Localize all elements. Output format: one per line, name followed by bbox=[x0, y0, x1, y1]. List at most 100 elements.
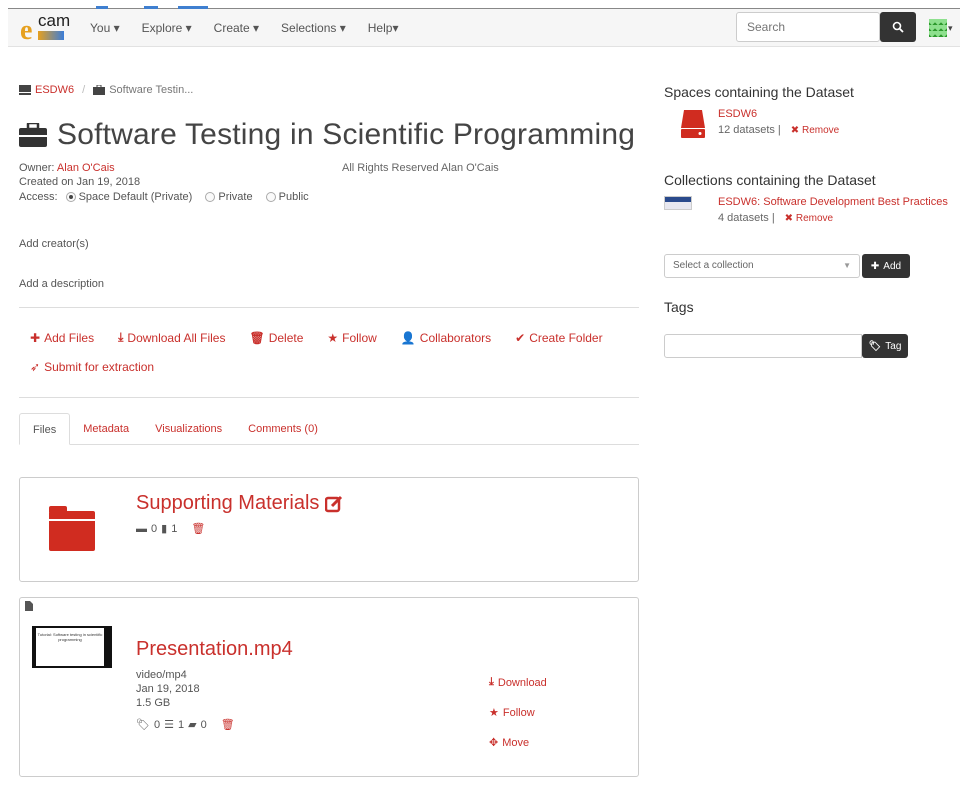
breadcrumb: ESDW6 / Software Testin... bbox=[19, 84, 193, 96]
submit-extraction-button[interactable]: ➶ Submit for extraction bbox=[30, 360, 154, 374]
file-move-button[interactable]: ✥ Move bbox=[489, 736, 529, 750]
space-info: 12 datasets | ✖ Remove bbox=[718, 124, 839, 136]
file-size: 1.5 GB bbox=[136, 697, 171, 709]
edit-icon[interactable] bbox=[325, 495, 343, 513]
remove-space-button[interactable]: ✖ Remove bbox=[791, 125, 839, 136]
breadcrumb-separator: / bbox=[82, 84, 86, 96]
space-count: 12 datasets | bbox=[718, 124, 781, 136]
download-icon: ⤓ bbox=[118, 330, 124, 344]
folder-card: Supporting Materials ▬ 0 ▮ 1 🗑 bbox=[19, 477, 639, 582]
page-title: Software Testing in Scientific Programmi… bbox=[19, 118, 635, 152]
add-files-button[interactable]: ✚ Add Files bbox=[30, 330, 94, 345]
metadata-count: 1 bbox=[177, 718, 185, 731]
search-icon bbox=[892, 21, 904, 33]
tab-files[interactable]: Files bbox=[19, 413, 71, 445]
chevron-down-icon[interactable]: ▾ bbox=[948, 23, 953, 34]
nav-help[interactable]: Help▾ bbox=[368, 21, 399, 35]
collection-select[interactable]: Select a collection ▼ bbox=[664, 254, 860, 278]
close-icon: ✖ bbox=[790, 124, 800, 136]
follow-button[interactable]: ★ Follow bbox=[327, 330, 376, 345]
space-drive-icon bbox=[681, 110, 705, 138]
list-icon: ☰ bbox=[164, 719, 174, 731]
logo-bar bbox=[38, 31, 64, 40]
collection-thumbnail[interactable] bbox=[664, 196, 692, 210]
nav-menu: You ▾ Explore ▾ Create ▾ Selections ▾ He… bbox=[90, 9, 398, 47]
folder-stats: ▬ 0 ▮ 1 🗑 bbox=[136, 522, 205, 536]
comment-icon: ▰ bbox=[188, 719, 197, 731]
user-icon: 👤 bbox=[400, 330, 416, 345]
tab-metadata[interactable]: Metadata bbox=[70, 413, 142, 444]
access-label: Access: bbox=[19, 191, 58, 203]
owner-label: Owner: bbox=[19, 162, 55, 174]
nav-you[interactable]: You ▾ bbox=[90, 21, 120, 35]
tag-button[interactable]: 🏷 Tag bbox=[862, 334, 908, 358]
tag-label: Tag bbox=[885, 340, 902, 352]
space-link[interactable]: ESDW6 bbox=[718, 108, 757, 120]
nav-selections[interactable]: Selections ▾ bbox=[281, 21, 346, 35]
tab-comments[interactable]: Comments (0) bbox=[235, 413, 331, 444]
create-folder-label: Create Folder bbox=[529, 330, 603, 345]
briefcase-icon bbox=[93, 85, 106, 95]
collection-link[interactable]: ESDW6: Software Development Best Practic… bbox=[718, 196, 948, 208]
remove-label: Remove bbox=[801, 124, 840, 136]
breadcrumb-space[interactable]: ESDW6 bbox=[35, 84, 74, 96]
briefcase-icon bbox=[19, 123, 47, 147]
folder-name-link[interactable]: Supporting Materials bbox=[136, 492, 319, 515]
download-all-button[interactable]: ⤓ Download All Files bbox=[118, 330, 225, 345]
create-folder-button[interactable]: ✔ Create Folder bbox=[515, 330, 602, 345]
file-stats: 🏷 0 ☰ 1 ▰ 0 🗑 bbox=[136, 718, 235, 732]
dataset-actions: ✚ Add Files ⤓ Download All Files 🗑 Delete ★… bbox=[30, 330, 603, 345]
download-all-label: Download All Files bbox=[127, 330, 226, 345]
folder-title: Supporting Materials bbox=[136, 492, 343, 515]
radio-private[interactable] bbox=[205, 192, 216, 203]
radio-space-default[interactable] bbox=[65, 192, 76, 203]
nav-explore[interactable]: Explore ▾ bbox=[142, 21, 192, 35]
file-download-label: Download bbox=[497, 676, 547, 689]
trash-icon[interactable]: 🗑 bbox=[221, 718, 235, 731]
file-icon bbox=[25, 601, 33, 611]
video-thumbnail[interactable]: Tutorial: Software testing in scientific… bbox=[32, 626, 112, 668]
folder-count: 0 bbox=[151, 522, 158, 535]
ecam-logo[interactable]: e cam bbox=[20, 11, 70, 46]
logo-e: e bbox=[20, 15, 33, 46]
owner-link[interactable]: Alan O'Cais bbox=[57, 162, 115, 174]
tab-visualizations[interactable]: Visualizations bbox=[142, 413, 235, 444]
nav-create[interactable]: Create ▾ bbox=[214, 21, 259, 35]
search-button[interactable] bbox=[880, 12, 916, 42]
file-card: Tutorial: Software testing in scientific… bbox=[19, 597, 639, 777]
plus-icon: ✚ bbox=[870, 260, 880, 272]
rights-text: All Rights Reserved Alan O'Cais bbox=[342, 162, 499, 174]
trash-icon[interactable]: 🗑 bbox=[191, 522, 205, 535]
access-option-label: Private bbox=[218, 191, 253, 203]
delete-button[interactable]: 🗑 Delete bbox=[249, 330, 303, 345]
thumbnail-text: Tutorial: Software testing in scientific… bbox=[36, 628, 104, 666]
radio-public[interactable] bbox=[265, 192, 276, 203]
search-input[interactable] bbox=[736, 12, 880, 42]
send-icon: ➶ bbox=[30, 360, 41, 374]
tag-input[interactable] bbox=[664, 334, 862, 358]
submit-extraction-label: Submit for extraction bbox=[44, 360, 155, 374]
remove-collection-button[interactable]: ✖ Remove bbox=[785, 213, 833, 224]
created-date: Created on Jan 19, 2018 bbox=[19, 176, 141, 188]
file-download-button[interactable]: ⤓ Download bbox=[489, 676, 547, 689]
user-avatar[interactable] bbox=[929, 19, 947, 37]
drive-icon bbox=[19, 85, 31, 95]
star-icon: ★ bbox=[327, 330, 339, 345]
close-icon: ✖ bbox=[784, 212, 794, 224]
tags-heading: Tags bbox=[664, 299, 694, 315]
add-description-link[interactable]: Add a description bbox=[19, 278, 104, 290]
add-creator-link[interactable]: Add creator(s) bbox=[19, 238, 89, 250]
access-option-label: Space Default (Private) bbox=[78, 191, 193, 203]
divider bbox=[19, 397, 639, 398]
folder-icon[interactable] bbox=[49, 506, 95, 551]
file-follow-button[interactable]: ★ Follow bbox=[489, 706, 535, 720]
collaborators-button[interactable]: 👤 Collaborators bbox=[401, 330, 491, 345]
trash-icon: 🗑 bbox=[249, 330, 265, 345]
file-name-link[interactable]: Presentation.mp4 bbox=[136, 638, 293, 661]
add-collection-button[interactable]: ✚ Add bbox=[862, 254, 910, 278]
collection-count: 4 datasets | bbox=[718, 212, 775, 224]
collections-heading: Collections containing the Dataset bbox=[664, 172, 876, 188]
tag-icon: 🏷 bbox=[136, 719, 150, 731]
comment-count: 0 bbox=[200, 718, 207, 731]
file-title: Presentation.mp4 bbox=[136, 638, 293, 661]
